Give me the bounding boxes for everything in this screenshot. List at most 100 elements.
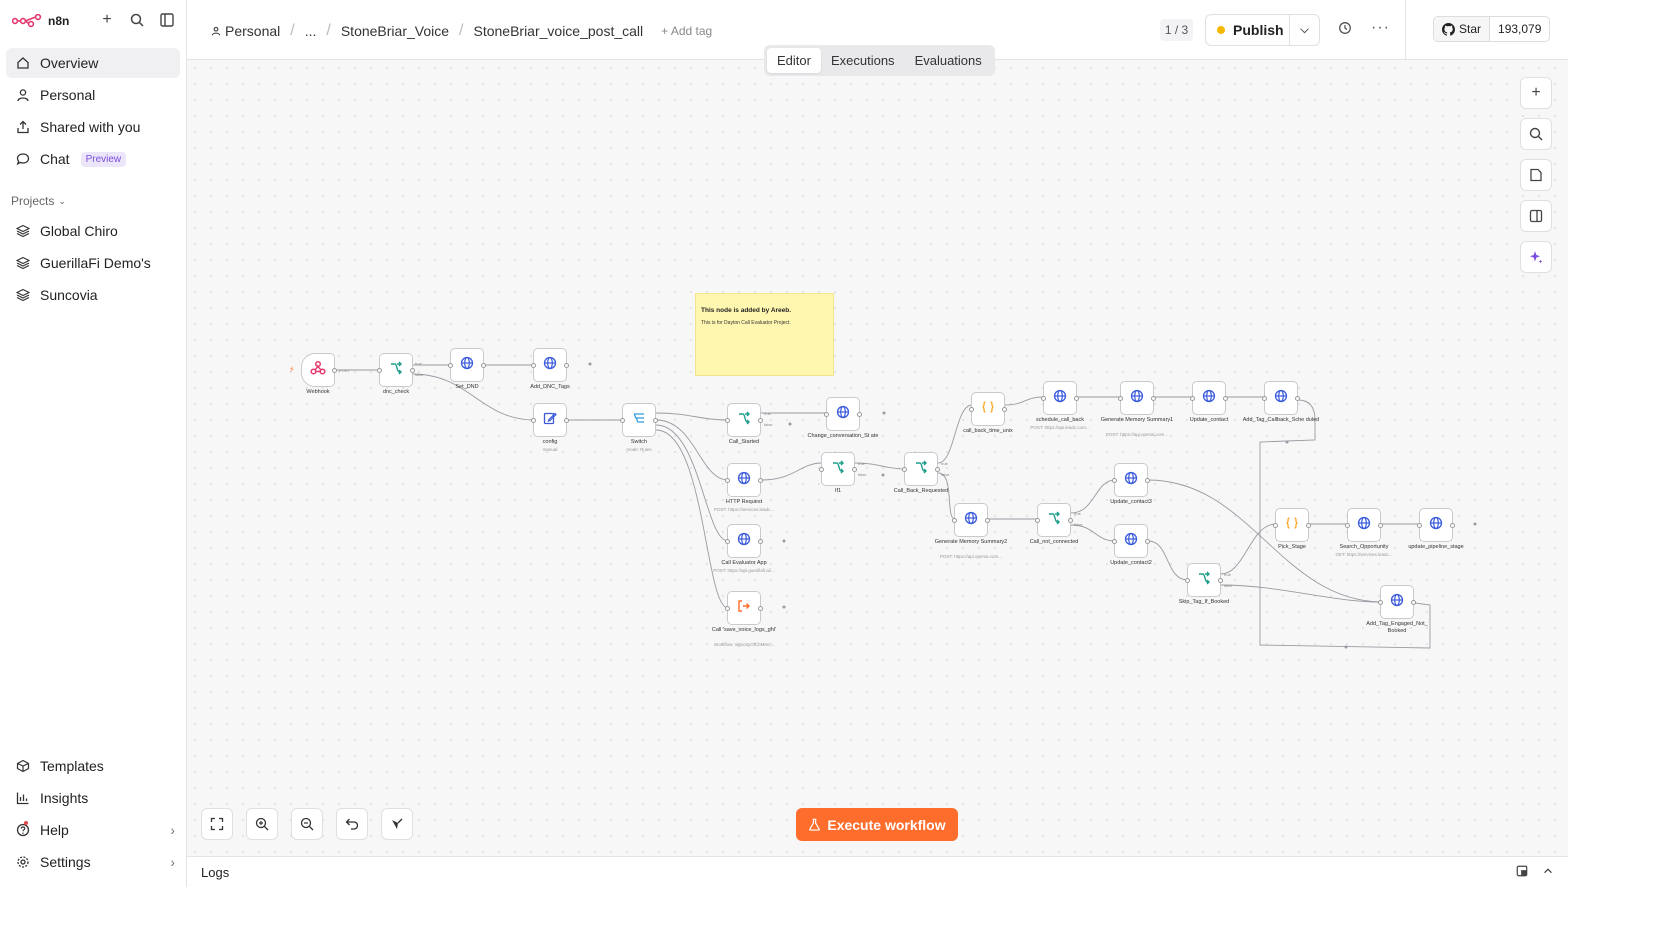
tab-executions[interactable]: Executions <box>821 48 905 73</box>
workflow-node[interactable] <box>902 452 940 486</box>
input-port[interactable] <box>448 363 453 368</box>
sidebar-project-global-chiro[interactable]: Global Chiro <box>6 216 180 246</box>
output-port[interactable] <box>935 467 940 472</box>
sidebar-item-shared[interactable]: Shared with you <box>6 112 180 142</box>
workflow-canvas[interactable] <box>187 60 1568 856</box>
output-port[interactable] <box>758 539 763 544</box>
logo[interactable]: n8n <box>12 14 69 28</box>
input-port[interactable] <box>1041 396 1046 401</box>
more-options-icon[interactable]: ··· <box>1371 19 1390 37</box>
popout-icon[interactable] <box>1516 865 1528 880</box>
ai-assistant-button[interactable] <box>1520 241 1552 273</box>
workflow-node[interactable] <box>448 348 486 382</box>
collapse-sidebar-icon[interactable] <box>158 11 176 29</box>
logs-panel-bar[interactable]: Logs <box>187 856 1568 887</box>
output-port[interactable] <box>758 478 763 483</box>
chevron-down-icon[interactable]: ⌵ <box>1289 15 1319 45</box>
workflow-node[interactable] <box>1035 503 1073 537</box>
workflow-node[interactable] <box>725 591 763 625</box>
output-port[interactable] <box>758 418 763 423</box>
input-port[interactable] <box>531 363 536 368</box>
sidebar-item-insights[interactable]: Insights <box>6 783 181 813</box>
output-port[interactable] <box>1002 407 1007 412</box>
chevron-up-icon[interactable] <box>1542 865 1554 880</box>
projects-header[interactable]: Projects ⌄ <box>0 176 186 216</box>
sidebar-project-suncovia[interactable]: Suncovia <box>6 280 180 310</box>
workflow-node[interactable] <box>725 524 763 558</box>
workflow-node[interactable] <box>819 452 857 486</box>
breadcrumb-ellipsis[interactable]: ... <box>305 23 317 39</box>
input-port[interactable] <box>1118 396 1123 401</box>
input-port[interactable] <box>1185 578 1190 583</box>
output-port[interactable] <box>1450 523 1455 528</box>
output-port[interactable] <box>1151 396 1156 401</box>
input-port[interactable] <box>1378 600 1383 605</box>
input-port[interactable] <box>902 467 907 472</box>
workflow-node[interactable] <box>1185 563 1223 597</box>
breadcrumb-folder[interactable]: StoneBriar_Voice <box>341 23 449 39</box>
output-port[interactable] <box>985 518 990 523</box>
input-port[interactable] <box>969 407 974 412</box>
workflow-node[interactable] <box>301 353 337 387</box>
output-port[interactable] <box>1145 478 1150 483</box>
sidebar-item-help[interactable]: Help › <box>6 815 181 845</box>
zoom-out-button[interactable] <box>291 808 323 840</box>
input-port[interactable] <box>1417 523 1422 528</box>
output-port[interactable] <box>1378 523 1383 528</box>
history-icon[interactable] <box>1338 21 1352 40</box>
github-star-button[interactable]: Star <box>1434 17 1491 41</box>
output-port[interactable] <box>564 363 569 368</box>
sticky-note[interactable]: This node is added by Areeb. This is for… <box>695 293 834 376</box>
tidy-up-button[interactable] <box>381 808 413 840</box>
output-port[interactable] <box>410 368 415 373</box>
output-port[interactable] <box>1218 578 1223 583</box>
workflow-node[interactable] <box>1417 508 1455 542</box>
workflow-node[interactable] <box>531 348 569 382</box>
fit-view-button[interactable] <box>201 808 233 840</box>
workflow-node[interactable] <box>969 392 1007 426</box>
sidebar-item-settings[interactable]: Settings › <box>6 847 181 877</box>
workflow-name[interactable]: StoneBriar_voice_post_call <box>473 23 643 39</box>
search-icon[interactable] <box>128 11 146 29</box>
sticky-note-button[interactable] <box>1520 159 1552 191</box>
input-port[interactable] <box>1190 396 1195 401</box>
workflow-node[interactable] <box>1262 381 1300 415</box>
sidebar-item-overview[interactable]: Overview <box>6 48 180 78</box>
workflow-node[interactable] <box>1112 463 1150 497</box>
input-port[interactable] <box>824 412 829 417</box>
tab-editor[interactable]: Editor <box>767 48 821 73</box>
execute-workflow-button[interactable]: Execute workflow <box>796 808 958 841</box>
workflow-node[interactable] <box>1345 508 1383 542</box>
sidebar-project-guerillafi[interactable]: GuerillaFi Demo's <box>6 248 180 278</box>
input-port[interactable] <box>1262 396 1267 401</box>
workflow-node[interactable] <box>725 403 763 437</box>
add-icon[interactable]: + <box>98 11 116 29</box>
workflow-node[interactable] <box>377 353 415 387</box>
output-port[interactable] <box>758 606 763 611</box>
tab-evaluations[interactable]: Evaluations <box>905 48 992 73</box>
input-port[interactable] <box>531 418 536 423</box>
workflow-node[interactable] <box>531 403 569 437</box>
output-port[interactable] <box>332 368 337 373</box>
output-port[interactable] <box>481 363 486 368</box>
input-port[interactable] <box>952 518 957 523</box>
panel-toggle-button[interactable] <box>1520 200 1552 232</box>
input-port[interactable] <box>377 368 382 373</box>
output-port[interactable] <box>653 418 658 423</box>
add-tag-button[interactable]: + Add tag <box>661 24 712 38</box>
publish-button[interactable]: Publish ⌵ <box>1205 14 1320 46</box>
undo-button[interactable] <box>336 808 368 840</box>
workflow-node[interactable] <box>952 503 990 537</box>
add-node-button[interactable]: + <box>1520 77 1552 109</box>
input-port[interactable] <box>1112 539 1117 544</box>
output-port[interactable] <box>1295 396 1300 401</box>
output-port[interactable] <box>1074 396 1079 401</box>
workflow-node[interactable] <box>725 463 763 497</box>
input-port[interactable] <box>620 418 625 423</box>
output-port[interactable] <box>852 467 857 472</box>
workflow-node[interactable] <box>1190 381 1228 415</box>
breadcrumb-personal[interactable]: Personal <box>225 23 280 39</box>
output-port[interactable] <box>1306 523 1311 528</box>
output-port[interactable] <box>1411 600 1416 605</box>
workflow-node[interactable] <box>824 397 862 431</box>
